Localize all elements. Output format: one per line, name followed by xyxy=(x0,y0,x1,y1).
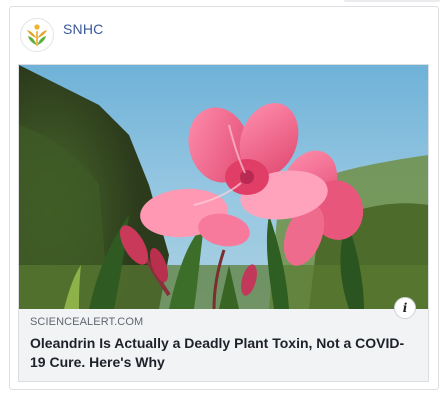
post-header: SNHC xyxy=(20,18,103,52)
oleander-photo xyxy=(19,65,428,309)
link-preview[interactable]: i SCIENCEALERT.COM Oleandrin Is Actually… xyxy=(18,64,429,382)
link-domain: SCIENCEALERT.COM xyxy=(30,316,144,328)
facebook-post-card: SNHC i SCIENCEALERT.COM Oleandrin Is Act… xyxy=(9,6,439,390)
page-name-link[interactable]: SNHC xyxy=(63,21,103,37)
snhc-logo-icon xyxy=(27,24,47,46)
link-meta: SCIENCEALERT.COM Oleandrin Is Actually a… xyxy=(30,316,418,372)
page-avatar[interactable] xyxy=(20,18,54,52)
adjacent-card-edge xyxy=(344,0,440,2)
link-headline[interactable]: Oleandrin Is Actually a Deadly Plant Tox… xyxy=(30,334,418,372)
article-image[interactable] xyxy=(19,65,428,309)
